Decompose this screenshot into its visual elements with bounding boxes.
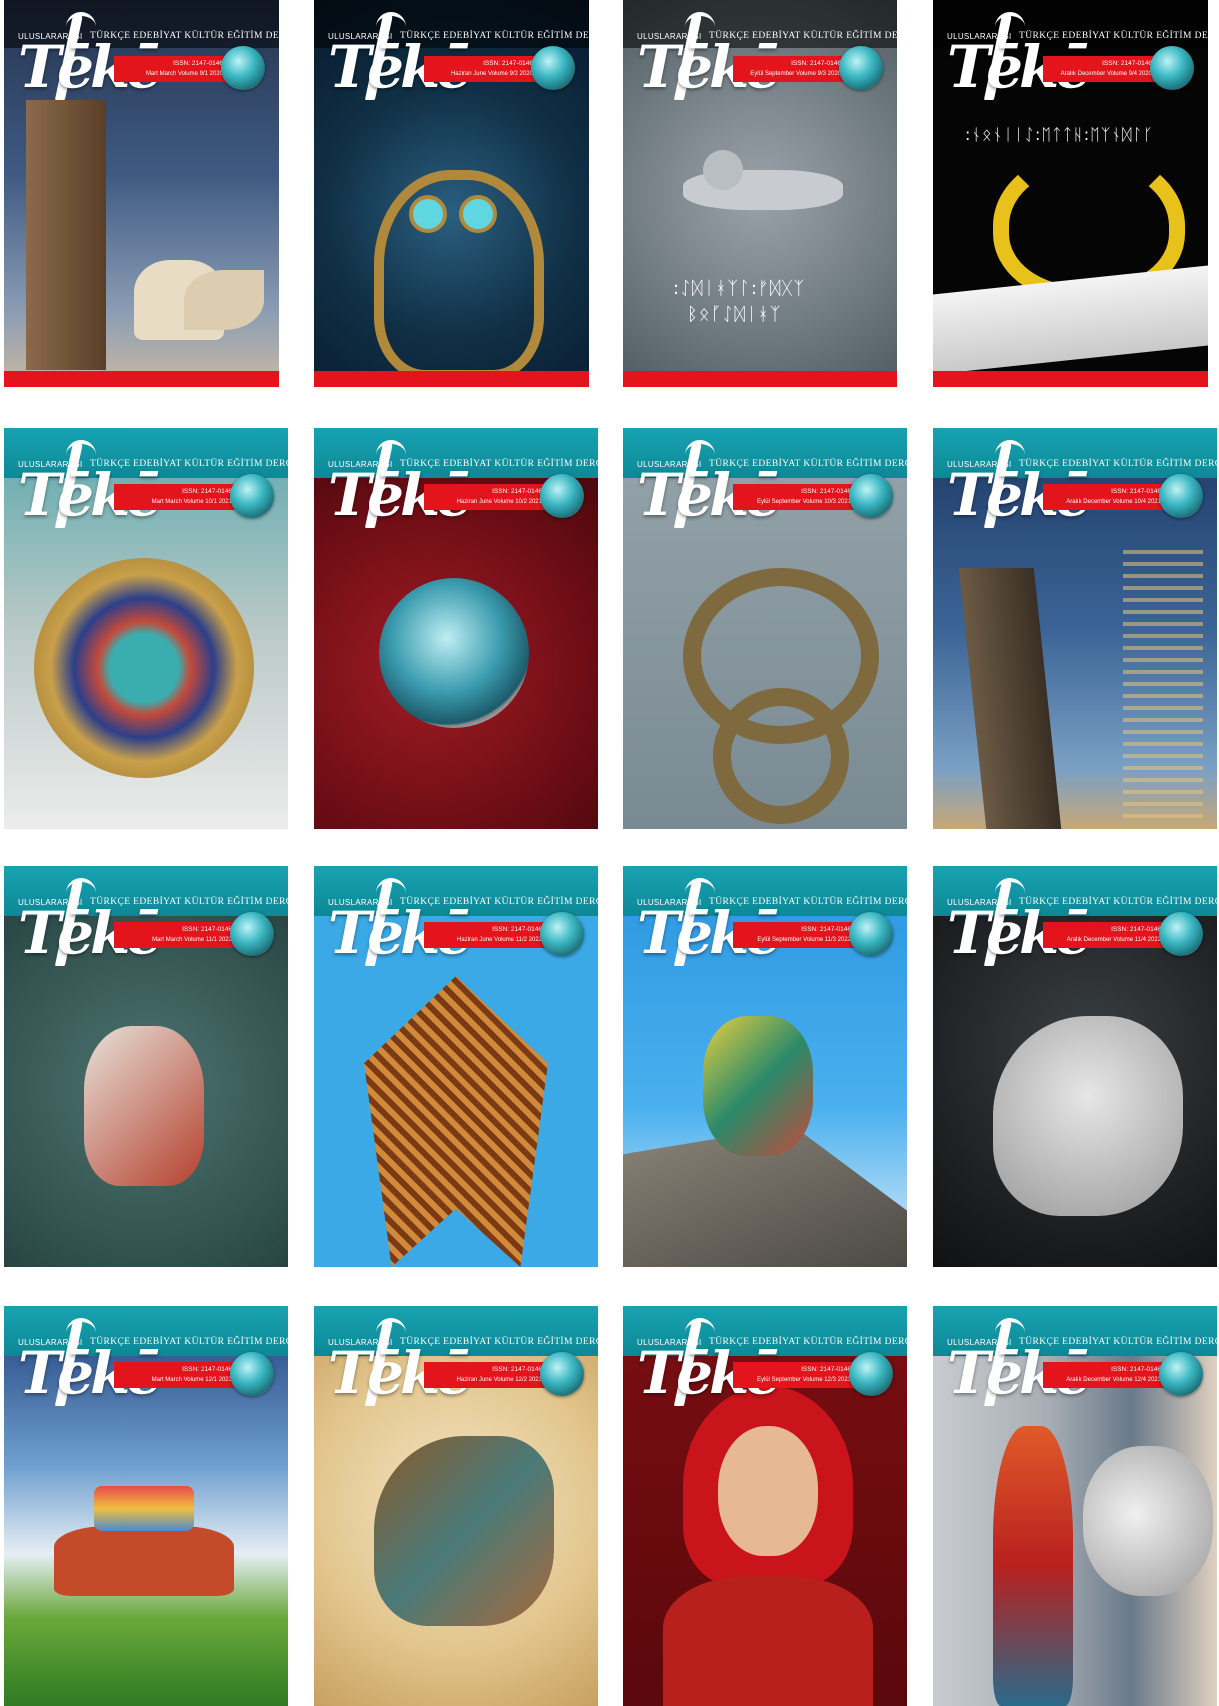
runic-text: :ᛇᛞᛁᚼᛉᛚ:ᚠᛞᚷᛉ xyxy=(673,278,806,299)
footer-band xyxy=(4,371,279,387)
emblem-icon xyxy=(230,474,274,518)
issue-label: Aralık December Volume 9/4 2020 xyxy=(1060,71,1152,77)
issue-label: Haziran June Volume 9/2 2020 xyxy=(450,71,533,77)
issue-label: Mart March Volume 9/1 2020 xyxy=(145,71,223,77)
issn-label: ISSN: 2147-0146 xyxy=(801,1366,851,1373)
issue-label: Eylül September Volume 12/3 2023 xyxy=(756,1377,851,1383)
runic-text: :ᚾᛟᚾᛁᛁᛇ:ᛖᛏᛏᚺ:ᛖᛉᚾᛞᛚᚴ xyxy=(965,125,1154,144)
emblem-icon xyxy=(540,474,584,518)
emblem-icon xyxy=(1150,46,1194,90)
runic-text-2: ᛒᛟᚵᛇᛞᛁᚼᛉ xyxy=(687,304,782,325)
issue-label: Mart March Volume 10/1 2021 xyxy=(151,499,232,505)
footer-band xyxy=(623,371,897,387)
issue-label: Haziran June Volume 10/2 2021 xyxy=(456,499,542,505)
emblem-icon xyxy=(540,1352,584,1396)
emblem-icon xyxy=(531,46,575,90)
footer-band xyxy=(314,371,589,387)
issue-label: Haziran June Volume 12/2 2023 xyxy=(456,1377,542,1383)
emblem-icon xyxy=(221,46,265,90)
emblem-icon xyxy=(230,912,274,956)
cover-11-3[interactable]: ULUSLARARASI TÜRKÇE EDEBİYAT KÜLTÜR EĞİT… xyxy=(623,866,907,1267)
cover-10-4[interactable]: ULUSLARARASI TÜRKÇE EDEBİYAT KÜLTÜR EĞİT… xyxy=(933,428,1217,829)
issue-label: Mart March Volume 12/1 2023 xyxy=(151,1377,232,1383)
cover-12-3[interactable]: ULUSLARARASI TÜRKÇE EDEBİYAT KÜLTÜR EĞİT… xyxy=(623,1306,907,1706)
emblem-icon xyxy=(540,912,584,956)
cover-11-2[interactable]: ULUSLARARASI TÜRKÇE EDEBİYAT KÜLTÜR EĞİT… xyxy=(314,866,598,1267)
cover-10-1[interactable]: ULUSLARARASI TÜRKÇE EDEBİYAT KÜLTÜR EĞİT… xyxy=(4,428,288,829)
cover-9-4[interactable]: :ᚾᛟᚾᛁᛁᛇ:ᛖᛏᛏᚺ:ᛖᛉᚾᛞᛚᚴ ULUSLARARASI TÜRKÇE … xyxy=(933,0,1208,387)
issue-label: Aralık December Volume 11/4 2022 xyxy=(1066,937,1161,943)
cover-11-1[interactable]: ULUSLARARASI TÜRKÇE EDEBİYAT KÜLTÜR EĞİT… xyxy=(4,866,288,1267)
cover-12-2[interactable]: ULUSLARARASI TÜRKÇE EDEBİYAT KÜLTÜR EĞİT… xyxy=(314,1306,598,1706)
emblem-icon xyxy=(849,1352,893,1396)
cover-12-4[interactable]: ULUSLARARASI TÜRKÇE EDEBİYAT KÜLTÜR EĞİT… xyxy=(933,1306,1217,1706)
cover-9-2[interactable]: ULUSLARARASI TÜRKÇE EDEBİYAT KÜLTÜR EĞİT… xyxy=(314,0,589,387)
issn-label: ISSN: 2147-0146 xyxy=(182,1366,232,1373)
cover-10-2[interactable]: ULUSLARARASI TÜRKÇE EDEBİYAT KÜLTÜR EĞİT… xyxy=(314,428,598,829)
issn-label: ISSN: 2147-0146 xyxy=(791,60,841,67)
issue-label: Mart March Volume 11/1 2022 xyxy=(152,937,232,943)
cover-11-4[interactable]: ULUSLARARASI TÜRKÇE EDEBİYAT KÜLTÜR EĞİT… xyxy=(933,866,1217,1267)
issn-label: ISSN: 2147-0146 xyxy=(801,488,851,495)
issn-label: ISSN: 2147-0146 xyxy=(1111,926,1161,933)
cover-12-1[interactable]: ULUSLARARASI TÜRKÇE EDEBİYAT KÜLTÜR EĞİT… xyxy=(4,1306,288,1706)
emblem-icon xyxy=(839,46,883,90)
issn-label: ISSN: 2147-0146 xyxy=(1111,1366,1161,1373)
issue-label: Eylül September Volume 10/3 2021 xyxy=(756,499,851,505)
emblem-icon xyxy=(1159,912,1203,956)
issn-label: ISSN: 2147-0146 xyxy=(492,1366,542,1373)
issue-label: Aralık December Volume 12/4 2023 xyxy=(1066,1377,1161,1383)
issn-label: ISSN: 2147-0146 xyxy=(492,926,542,933)
issn-label: ISSN: 2147-0146 xyxy=(483,60,533,67)
emblem-icon xyxy=(849,474,893,518)
emblem-icon xyxy=(1159,474,1203,518)
issn-label: ISSN: 2147-0146 xyxy=(182,488,232,495)
issn-label: ISSN: 2147-0146 xyxy=(182,926,232,933)
cover-9-3[interactable]: :ᛇᛞᛁᚼᛉᛚ:ᚠᛞᚷᛉ ᛒᛟᚵᛇᛞᛁᚼᛉ ULUSLARARASI TÜRKÇ… xyxy=(623,0,897,387)
issn-label: ISSN: 2147-0146 xyxy=(173,60,223,67)
cover-9-1[interactable]: ULUSLARARASI TÜRKÇE EDEBİYAT KÜLTÜR EĞİT… xyxy=(4,0,279,387)
cover-10-3[interactable]: ULUSLARARASI TÜRKÇE EDEBİYAT KÜLTÜR EĞİT… xyxy=(623,428,907,829)
emblem-icon xyxy=(230,1352,274,1396)
issue-label: Haziran June Volume 11/2 2022 xyxy=(457,937,542,943)
issn-label: ISSN: 2147-0146 xyxy=(1111,488,1161,495)
issn-label: ISSN: 2147-0146 xyxy=(492,488,542,495)
issue-label: Eylül September Volume 9/3 2020 xyxy=(750,71,841,77)
issn-label: ISSN: 2147-0146 xyxy=(801,926,851,933)
footer-band xyxy=(933,371,1208,387)
issue-label: Aralık December Volume 10/4 2021 xyxy=(1066,499,1161,505)
emblem-icon xyxy=(849,912,893,956)
issue-label: Eylül September Volume 11/3 2022 xyxy=(757,937,851,943)
emblem-icon xyxy=(1159,1352,1203,1396)
issn-label: ISSN: 2147-0146 xyxy=(1102,60,1152,67)
